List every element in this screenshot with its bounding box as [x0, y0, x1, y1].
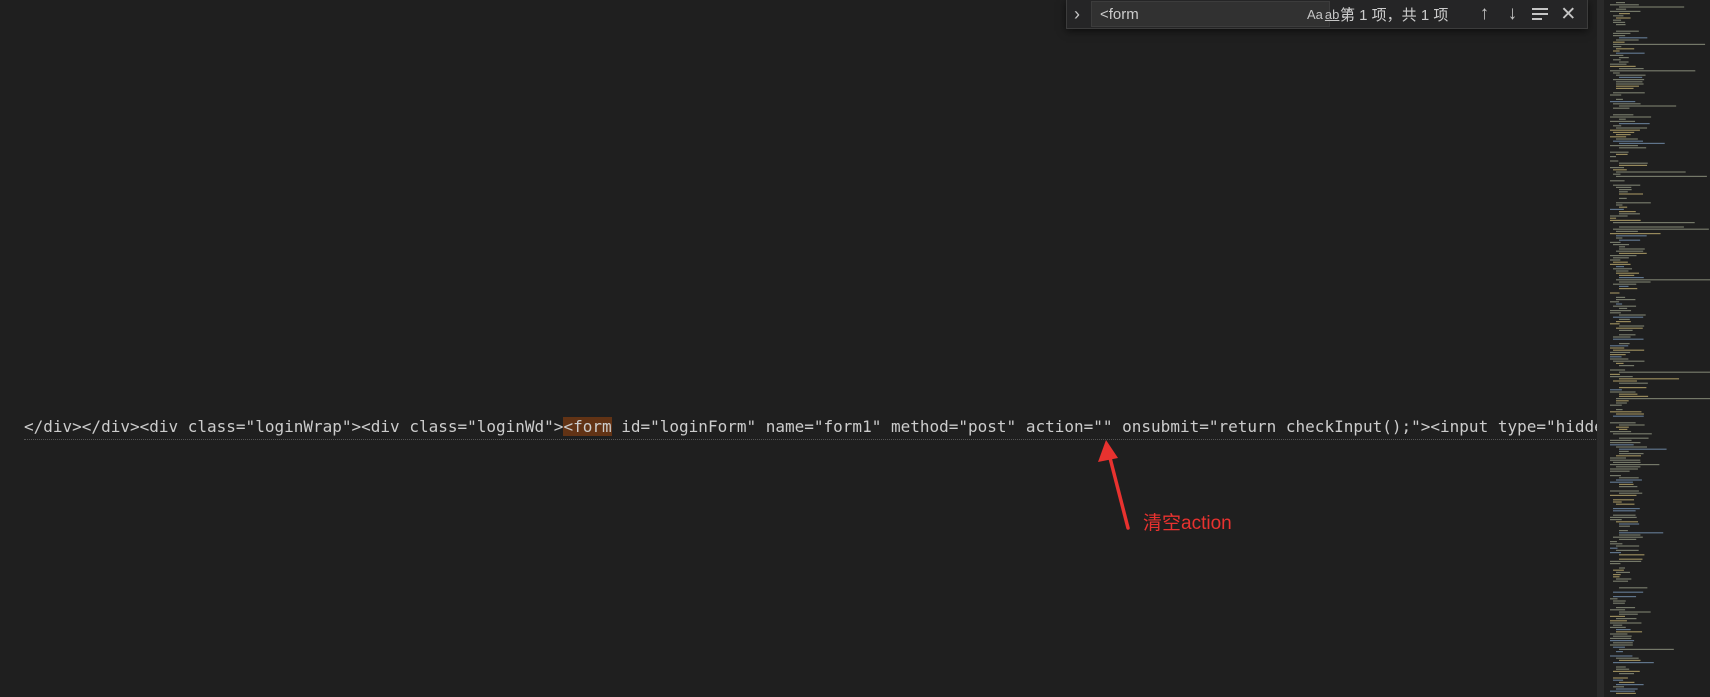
code-text-after: id="loginForm" name="form1" method="post…: [611, 417, 1604, 436]
find-widget: › Aa ab .* 第 1 项，共 1 项 ↑ ↓ ✕: [1066, 0, 1588, 29]
code-line[interactable]: </div></div><div class="loginWrap"><div …: [24, 415, 1604, 440]
find-in-selection-icon[interactable]: [1526, 0, 1554, 28]
annotation-label: 清空action: [1143, 513, 1232, 534]
find-input-box: Aa ab .*: [1091, 1, 1352, 27]
code-text-before: </div></div><div class="loginWrap"><div …: [24, 417, 564, 436]
match-case-button[interactable]: Aa: [1307, 3, 1323, 25]
previous-match-arrow-up-icon[interactable]: ↑: [1470, 0, 1498, 28]
search-match-highlight: <form: [563, 417, 612, 436]
close-find-icon[interactable]: ✕: [1554, 0, 1582, 28]
use-regex-button[interactable]: .*: [1341, 3, 1352, 25]
toggle-replace-chevron-icon[interactable]: ›: [1067, 0, 1087, 28]
match-count-label: 第 1 项，共 1 项: [1340, 6, 1449, 24]
annotation-arrow-icon: [1098, 440, 1130, 530]
minimap[interactable]: [1604, 0, 1710, 697]
vertical-scrollbar[interactable]: [1597, 0, 1604, 697]
match-whole-word-button[interactable]: ab: [1325, 3, 1339, 25]
minimap-lines: [1610, 2, 1710, 694]
find-input[interactable]: [1092, 3, 1307, 25]
next-match-arrow-down-icon[interactable]: ↓: [1498, 0, 1526, 28]
